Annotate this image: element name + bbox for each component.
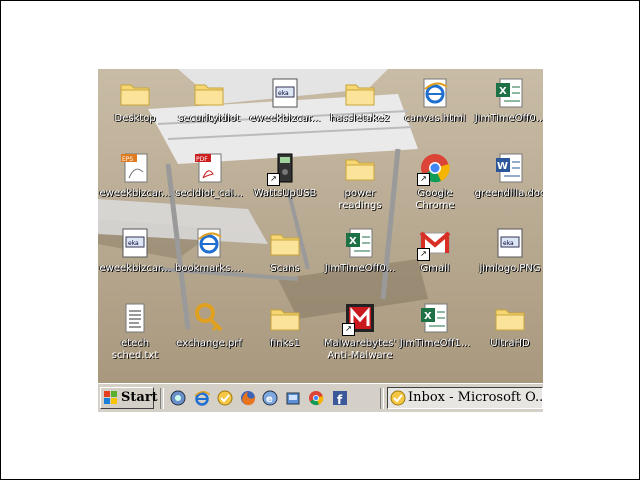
svg-text:eka: eka xyxy=(503,240,514,247)
folder-icon xyxy=(119,77,151,109)
start-label: Start xyxy=(121,390,158,405)
windows-explorer-icon[interactable] xyxy=(285,390,301,406)
svg-text:W: W xyxy=(497,161,508,172)
desktop-icon-gmail[interactable]: ↗ Gmail xyxy=(397,227,473,275)
pdf-file-icon: PDF xyxy=(193,152,225,184)
start-button[interactable]: Start xyxy=(100,387,158,409)
shortcut-arrow-icon: ↗ xyxy=(417,248,430,261)
svg-text:e: e xyxy=(266,394,273,405)
chrome-icon[interactable] xyxy=(308,390,324,406)
malwarebytes-icon: ↗ xyxy=(342,302,376,336)
desktop-icon-bookmarks[interactable]: bookmarks.... xyxy=(171,227,247,275)
excel-file-icon: X xyxy=(494,77,526,109)
desktop-icon-canvas-html[interactable]: canvas.html xyxy=(397,77,473,125)
shortcut-arrow-icon: ↗ xyxy=(417,173,430,186)
svg-text:X: X xyxy=(499,86,507,97)
taskbar-separator xyxy=(160,388,164,409)
desktop-icon-eweekbizcar-1[interactable]: eka eweekbizcar... xyxy=(247,77,323,125)
word-file-icon: W xyxy=(494,152,526,184)
desktop-icon-power-readings[interactable]: power readings xyxy=(322,152,398,212)
folder-icon xyxy=(344,77,376,109)
svg-text:X: X xyxy=(424,311,432,322)
taskbar-separator xyxy=(380,388,384,409)
desktop-icon-google-chrome[interactable]: ↗ Google Chrome xyxy=(397,152,473,212)
desktop-icon-securityidiot[interactable]: securityidiot xyxy=(171,77,247,125)
desktop-icon-ultrahd[interactable]: UltraHD xyxy=(472,302,543,350)
firefox-icon[interactable] xyxy=(240,390,256,406)
shortcut-arrow-icon: ↗ xyxy=(267,173,280,186)
desktop-icon-etech-sched-txt[interactable]: etech sched.txt xyxy=(98,302,173,362)
taskbar: Start e f Inbox - Microsoft O... xyxy=(98,383,543,412)
ie-html-file-icon xyxy=(419,77,451,109)
svg-text:PDF: PDF xyxy=(196,156,208,163)
desktop-icon-hassletake2[interactable]: hassletake2 xyxy=(322,77,398,125)
svg-text:EPS: EPS xyxy=(122,156,133,163)
facebook-icon[interactable]: f xyxy=(332,390,348,406)
taskbar-button-inbox[interactable]: Inbox - Microsoft O... xyxy=(387,387,543,409)
desktop-icon-exchange-prf[interactable]: exchange.prf xyxy=(171,302,247,350)
svg-text:f: f xyxy=(337,393,343,406)
desktop-icon-eweekbizcar-eps[interactable]: EPS eweekbizcar... xyxy=(98,152,173,200)
desktop-icon-wattsupusb[interactable]: ↗ WattsUpUSB xyxy=(247,152,323,200)
desktop-icon-malwarebytes[interactable]: ↗ Malwarebytes' Anti-Malware xyxy=(322,302,398,362)
svg-text:X: X xyxy=(349,236,357,247)
desktop-icon-finks1[interactable]: finks1 xyxy=(247,302,323,350)
svg-text:eka: eka xyxy=(128,240,139,247)
desktop-icon-desktop[interactable]: Desktop xyxy=(98,77,173,125)
image-file-icon: eka xyxy=(269,77,301,109)
folder-icon xyxy=(269,227,301,259)
svg-text:eka: eka xyxy=(278,90,289,97)
windows-logo-icon xyxy=(104,391,117,404)
outlook-icon xyxy=(390,390,406,406)
desktop-icon-scans[interactable]: Scans xyxy=(247,227,323,275)
folder-icon xyxy=(269,302,301,334)
excel-file-icon: X xyxy=(344,227,376,259)
chrome-icon: ↗ xyxy=(417,152,451,186)
folder-icon xyxy=(193,77,225,109)
folder-icon xyxy=(494,302,526,334)
desktop-icon-secidiot-cal[interactable]: PDF secidiot_cal... xyxy=(171,152,247,200)
image-file-icon: eka xyxy=(119,227,151,259)
key-file-icon xyxy=(193,302,225,334)
outlook-icon[interactable] xyxy=(217,390,233,406)
desktop[interactable]: Desktop securityidiot eka eweekbizcar...… xyxy=(98,69,543,383)
desktop-icon-jimtimeoff1[interactable]: X JimTimeOff1... xyxy=(397,302,473,350)
desktop-icon-jimlogo-png[interactable]: eka jimlogo.PNG xyxy=(472,227,543,275)
device-shortcut-icon: ↗ xyxy=(267,152,301,186)
image-file-icon: eka xyxy=(494,227,526,259)
folder-icon xyxy=(344,152,376,184)
shortcut-arrow-icon: ↗ xyxy=(342,323,355,336)
desktop-icon-jimtimeoff0-1[interactable]: X JimTimeOff0... xyxy=(472,77,543,125)
desktop-icon-eweekbizcar-2[interactable]: eka eweekbizcar... xyxy=(98,227,173,275)
eps-file-icon: EPS xyxy=(119,152,151,184)
ie-html-file-icon xyxy=(193,227,225,259)
internet-explorer-icon[interactable] xyxy=(194,390,210,406)
text-file-icon xyxy=(119,302,151,334)
show-desktop-icon[interactable] xyxy=(170,390,186,406)
desktop-icon-greendilla-doc[interactable]: W greendilla.doc xyxy=(472,152,543,200)
ie-alt-icon[interactable]: e xyxy=(262,390,278,406)
excel-file-icon: X xyxy=(419,302,451,334)
gmail-icon: ↗ xyxy=(417,227,451,261)
taskbar-button-label: Inbox - Microsoft O... xyxy=(408,390,543,405)
desktop-icon-jimtimeoff0-2[interactable]: X JimTimeOff0... xyxy=(322,227,398,275)
